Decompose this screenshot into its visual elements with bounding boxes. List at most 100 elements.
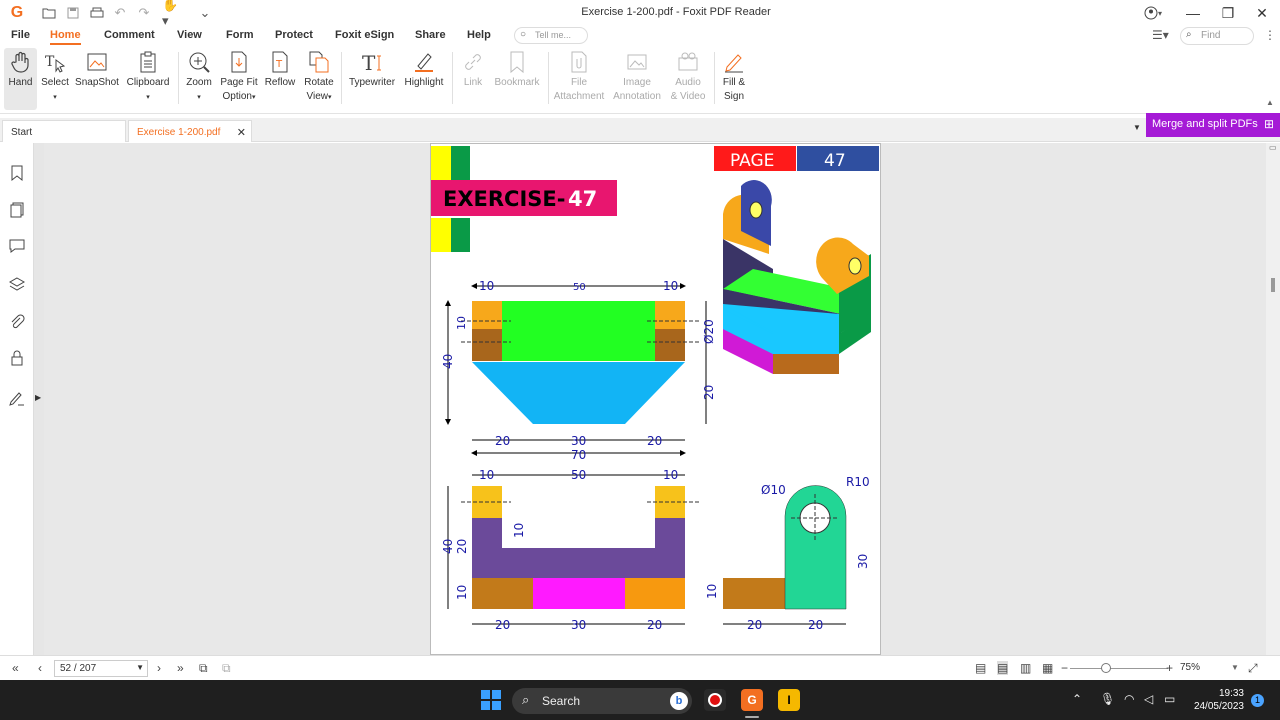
iso-brown-face xyxy=(773,354,839,374)
wifi-icon[interactable]: ◠ xyxy=(1124,692,1134,706)
bookmark-panel-icon[interactable] xyxy=(8,164,26,182)
continuous-facing-icon[interactable]: ▦ xyxy=(1042,661,1053,675)
dim-40: 40 xyxy=(441,539,455,554)
hand-button[interactable]: Hand xyxy=(4,48,37,110)
tab-foxit-esign[interactable]: Foxit eSign xyxy=(335,29,394,41)
clipboard-button[interactable]: Clipboard ▾ xyxy=(124,48,172,110)
highlight-label: Highlight xyxy=(404,77,444,88)
next-view-icon[interactable]: ⧉ xyxy=(222,661,231,676)
pro-app-icon[interactable]: I xyxy=(778,689,800,711)
tab-file[interactable]: File xyxy=(11,29,30,41)
page-number-value: 52 / 207 xyxy=(60,663,97,674)
continuous-page-icon[interactable]: ▤ xyxy=(997,661,1009,675)
zoom-out-icon[interactable]: − xyxy=(1061,661,1068,675)
facing-page-icon[interactable]: ▥ xyxy=(1020,661,1031,675)
tab-form[interactable]: Form xyxy=(226,29,254,41)
zoom-slider-track[interactable] xyxy=(1070,668,1168,669)
tab-home[interactable]: Home xyxy=(50,29,81,45)
zoom-level[interactable]: 75% xyxy=(1180,662,1200,673)
tell-me-search[interactable]: ○ Tell me... xyxy=(514,27,588,44)
collapse-ribbon-icon[interactable]: ▲ xyxy=(1266,98,1274,107)
microphone-icon[interactable]: 🎙 xyxy=(1100,692,1115,706)
zoom-slider-handle[interactable] xyxy=(1101,663,1111,673)
tab-protect[interactable]: Protect xyxy=(275,29,313,41)
page-number: 47 xyxy=(824,151,846,171)
expand-panel-icon[interactable]: ▶ xyxy=(35,393,41,402)
zoom-button[interactable]: Zoom ▾ xyxy=(183,48,215,110)
search-options-icon[interactable]: ☰▾ xyxy=(1152,28,1169,42)
system-clock[interactable]: 19:33 24/05/2023 xyxy=(1190,687,1244,713)
rotate-view-button[interactable]: Rotate View▾ xyxy=(300,48,338,110)
single-page-icon[interactable]: ▤ xyxy=(975,661,986,675)
previous-page-icon[interactable]: ‹ xyxy=(38,661,42,675)
image-annotation-icon xyxy=(627,54,647,70)
restore-button[interactable]: ❐ xyxy=(1211,0,1245,26)
tray-overflow-icon[interactable]: ⌃ xyxy=(1072,692,1082,706)
scroll-up-icon[interactable]: ▭ xyxy=(1269,143,1277,152)
zoom-in-icon[interactable]: + xyxy=(1166,661,1173,675)
page-dropdown-icon[interactable]: ▼ xyxy=(136,663,144,672)
highlight-button[interactable]: Highlight xyxy=(402,48,446,110)
close-window-button[interactable]: ✕ xyxy=(1245,0,1279,26)
tab-view[interactable]: View xyxy=(177,29,202,41)
scrollbar-thumb[interactable] xyxy=(1271,278,1275,292)
pages-panel-icon[interactable] xyxy=(8,201,26,219)
first-page-icon[interactable]: « xyxy=(12,661,19,675)
typewriter-button[interactable]: T Typewriter xyxy=(346,48,398,110)
signature-panel-icon[interactable] xyxy=(8,389,26,407)
account-icon[interactable]: ▾ xyxy=(1140,4,1166,22)
last-page-icon[interactable]: » xyxy=(177,661,184,675)
image-annotation-button[interactable]: Image Annotation xyxy=(610,48,664,110)
page-fit-option-button[interactable]: Page Fit Option▾ xyxy=(218,48,260,110)
bookmark-button[interactable]: Bookmark xyxy=(492,48,542,110)
bookmark-label: Bookmark xyxy=(494,77,540,88)
notification-badge[interactable]: 1 xyxy=(1251,694,1264,707)
windows-start-icon[interactable] xyxy=(481,690,501,710)
ribbon-divider xyxy=(452,52,453,104)
dim-70: 70 xyxy=(571,448,586,462)
tab-start-label: Start xyxy=(11,127,33,138)
windows-taskbar: ⌕ Search b G I ⌃ 🎙 ◠ ◁ ▭ 19:33 24/05/202… xyxy=(0,680,1280,720)
taskbar-search[interactable]: ⌕ Search b xyxy=(512,688,692,714)
minimize-button[interactable]: — xyxy=(1176,0,1210,26)
more-options-icon[interactable]: ⋮ xyxy=(1264,28,1276,42)
tab-share[interactable]: Share xyxy=(415,29,446,41)
image-annotation-label: Image xyxy=(623,77,651,88)
foxit-taskbar-icon[interactable]: G xyxy=(741,689,763,711)
close-tab-icon[interactable]: ✕ xyxy=(237,126,246,139)
audio-video-button[interactable]: Audio & Video xyxy=(666,48,710,110)
tab-list-dropdown-icon[interactable]: ▼ xyxy=(1133,123,1141,132)
tab-comment[interactable]: Comment xyxy=(104,29,155,41)
bing-icon[interactable]: b xyxy=(670,692,688,710)
comments-panel-icon[interactable] xyxy=(8,237,26,255)
select-button[interactable]: T Select ▾ xyxy=(40,48,70,110)
security-panel-icon[interactable] xyxy=(8,349,26,367)
previous-view-icon[interactable]: ⧉ xyxy=(199,661,208,676)
fill-sign-button[interactable]: Fill & Sign xyxy=(718,48,750,110)
search-icon: ⌕ xyxy=(1186,29,1192,40)
page-number-input[interactable]: 52 / 207 ▼ xyxy=(54,660,148,677)
vertical-scrollbar[interactable]: ▭ xyxy=(1266,143,1280,655)
fullscreen-icon[interactable]: ⤢ xyxy=(1248,661,1258,676)
tab-document[interactable]: Exercise 1-200.pdf ✕ xyxy=(128,120,252,142)
status-bar: « ‹ 52 / 207 ▼ › » ⧉ ⧉ ▤ ▤ ▥ ▦ − + 75% ▼… xyxy=(0,655,1280,680)
battery-icon[interactable]: ▭ xyxy=(1164,692,1175,706)
file-attachment-button[interactable]: File Attachment xyxy=(552,48,606,110)
recorder-app-icon[interactable] xyxy=(704,689,726,711)
link-button[interactable]: Link xyxy=(458,48,488,110)
merge-label: Merge and split PDFs xyxy=(1152,118,1258,130)
snapshot-label: SnapShot xyxy=(75,77,119,88)
zoom-dropdown-icon[interactable]: ▼ xyxy=(1231,663,1239,672)
next-page-icon[interactable]: › xyxy=(157,661,161,675)
volume-icon[interactable]: ◁ xyxy=(1144,692,1153,706)
merge-split-pdfs-button[interactable]: Merge and split PDFs ⊞ xyxy=(1146,113,1280,137)
dim-30: 30 xyxy=(571,618,586,632)
tab-help[interactable]: Help xyxy=(467,29,491,41)
snapshot-button[interactable]: SnapShot xyxy=(74,48,120,110)
layers-panel-icon[interactable] xyxy=(8,276,26,294)
find-input[interactable]: ⌕ Find xyxy=(1180,27,1254,45)
attachments-panel-icon[interactable] xyxy=(8,313,26,331)
reflow-button[interactable]: T Reflow xyxy=(262,48,298,110)
tab-start[interactable]: Start xyxy=(2,120,126,142)
highlight-icon xyxy=(415,53,433,72)
